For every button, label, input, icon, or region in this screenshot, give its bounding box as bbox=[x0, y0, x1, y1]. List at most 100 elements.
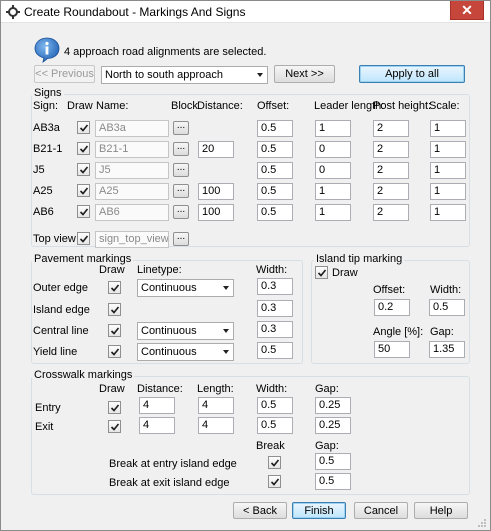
sign-block-button[interactable]: ... bbox=[173, 163, 189, 177]
sign-offset-input[interactable]: 0.5 bbox=[257, 204, 293, 221]
sign-draw-checkbox[interactable] bbox=[77, 184, 90, 197]
pavement-linetype-select[interactable]: Continuous bbox=[137, 279, 234, 297]
crosswalk-width-input[interactable]: 0.5 bbox=[257, 417, 293, 434]
sign-block-button[interactable]: ... bbox=[173, 205, 189, 219]
crosswalk-header-distance: Distance: bbox=[137, 383, 183, 395]
sign-leader-length-input[interactable]: 1 bbox=[315, 120, 351, 137]
sign-block-button[interactable]: ... bbox=[173, 184, 189, 198]
top-view-name-input[interactable]: sign_top_view bbox=[95, 231, 169, 248]
island-tip-draw-checkbox[interactable] bbox=[315, 266, 328, 279]
sign-leader-length-input[interactable]: 1 bbox=[315, 204, 351, 221]
pavement-draw-checkbox[interactable] bbox=[108, 324, 121, 337]
sign-distance-input[interactable]: 100 bbox=[198, 183, 234, 200]
break-exit-gap-input[interactable]: 0.5 bbox=[315, 473, 351, 490]
crosswalk-length-input[interactable]: 4 bbox=[198, 397, 234, 414]
break-entry-gap-input[interactable]: 0.5 bbox=[315, 453, 351, 470]
sign-leader-length-input[interactable]: 0 bbox=[315, 162, 351, 179]
crosswalk-width-input[interactable]: 0.5 bbox=[257, 397, 293, 414]
island-tip-gap-input[interactable]: 1.35 bbox=[429, 341, 465, 358]
pavement-width-input[interactable]: 0.5 bbox=[257, 342, 293, 359]
pavement-linetype-select[interactable]: Continuous bbox=[137, 343, 234, 361]
sign-name-input[interactable]: J5 bbox=[95, 162, 169, 179]
sign-name-input[interactable]: B21-1 bbox=[95, 141, 169, 158]
checkmark-icon bbox=[79, 145, 89, 153]
top-view-block-button[interactable]: ... bbox=[173, 232, 189, 246]
sign-scale-input[interactable]: 1 bbox=[430, 141, 466, 158]
resize-grip-icon[interactable] bbox=[477, 518, 487, 531]
sign-post-height-input[interactable]: 2 bbox=[373, 204, 409, 221]
sign-offset-input[interactable]: 0.5 bbox=[257, 120, 293, 137]
pavement-width-input[interactable]: 0.3 bbox=[257, 300, 293, 317]
pavement-header-linetype: Linetype: bbox=[137, 264, 182, 276]
crosswalk-length-input[interactable]: 4 bbox=[198, 417, 234, 434]
crosswalk-header-width: Width: bbox=[256, 383, 288, 395]
signs-group-title: Signs bbox=[32, 87, 64, 100]
sign-leader-length-input[interactable]: 0 bbox=[315, 141, 351, 158]
break-exit-checkbox[interactable] bbox=[268, 475, 281, 488]
crosswalk-markings-title: Crosswalk markings bbox=[32, 369, 135, 382]
pavement-linetype-select[interactable]: Continuous bbox=[137, 322, 234, 340]
previous-button[interactable]: << Previous bbox=[34, 65, 95, 83]
break-entry-checkbox[interactable] bbox=[268, 456, 281, 469]
top-view-draw-checkbox[interactable] bbox=[77, 232, 90, 245]
island-tip-gap-label: Gap: bbox=[430, 326, 454, 338]
sign-scale-input[interactable]: 1 bbox=[430, 204, 466, 221]
sign-block-button[interactable]: ... bbox=[173, 121, 189, 135]
sign-offset-input[interactable]: 0.5 bbox=[257, 162, 293, 179]
crosswalk-distance-input[interactable]: 4 bbox=[139, 417, 175, 434]
sign-draw-checkbox[interactable] bbox=[77, 163, 90, 176]
sign-post-height-input[interactable]: 2 bbox=[373, 162, 409, 179]
crosswalk-distance-input[interactable]: 4 bbox=[139, 397, 175, 414]
pavement-draw-checkbox[interactable] bbox=[108, 303, 121, 316]
crosswalk-draw-checkbox[interactable] bbox=[108, 401, 121, 414]
sign-distance-input[interactable]: 100 bbox=[198, 204, 234, 221]
island-tip-offset-input[interactable]: 0.2 bbox=[374, 299, 410, 316]
sign-offset-input[interactable]: 0.5 bbox=[257, 141, 293, 158]
crosswalk-draw-checkbox[interactable] bbox=[108, 420, 121, 433]
sign-post-height-input[interactable]: 2 bbox=[373, 141, 409, 158]
pavement-draw-checkbox[interactable] bbox=[108, 281, 121, 294]
sign-post-height-input[interactable]: 2 bbox=[373, 183, 409, 200]
sign-scale-input[interactable]: 1 bbox=[430, 120, 466, 137]
roundabout-app-icon bbox=[6, 5, 20, 19]
cancel-button[interactable]: Cancel bbox=[354, 502, 408, 519]
island-tip-width-label: Width: bbox=[430, 284, 462, 296]
sign-scale-input[interactable]: 1 bbox=[430, 183, 466, 200]
sign-draw-checkbox[interactable] bbox=[77, 142, 90, 155]
dialog-window: Create Roundabout - Markings And Signs ✕… bbox=[0, 0, 491, 531]
sign-draw-checkbox[interactable] bbox=[77, 205, 90, 218]
back-button[interactable]: < Back bbox=[233, 502, 287, 519]
break-header: Break bbox=[256, 440, 285, 452]
close-button[interactable]: ✕ bbox=[450, 1, 484, 20]
sign-scale-input[interactable]: 1 bbox=[430, 162, 466, 179]
sign-draw-checkbox[interactable] bbox=[77, 121, 90, 134]
sign-offset-input[interactable]: 0.5 bbox=[257, 183, 293, 200]
sign-code: A25 bbox=[33, 185, 53, 197]
sign-code: B21-1 bbox=[33, 143, 63, 155]
sign-leader-length-input[interactable]: 1 bbox=[315, 183, 351, 200]
pavement-width-input[interactable]: 0.3 bbox=[257, 278, 293, 295]
signs-header-name: Name: bbox=[96, 100, 129, 112]
island-tip-angle-input[interactable]: 50 bbox=[374, 341, 410, 358]
pavement-draw-checkbox[interactable] bbox=[108, 345, 121, 358]
help-button[interactable]: Help bbox=[414, 502, 468, 519]
finish-button[interactable]: Finish bbox=[292, 502, 346, 519]
next-button[interactable]: Next >> bbox=[274, 65, 335, 83]
crosswalk-gap-input[interactable]: 0.25 bbox=[315, 417, 351, 434]
apply-to-all-button[interactable]: Apply to all bbox=[359, 65, 465, 83]
pavement-row-label: Outer edge bbox=[33, 282, 89, 294]
approach-select[interactable]: North to south approach bbox=[101, 66, 268, 84]
sign-distance-input[interactable]: 20 bbox=[198, 141, 234, 158]
sign-name-input[interactable]: AB6 bbox=[95, 204, 169, 221]
sign-name-input[interactable]: A25 bbox=[95, 183, 169, 200]
island-tip-width-input[interactable]: 0.5 bbox=[429, 299, 465, 316]
sign-post-height-input[interactable]: 2 bbox=[373, 120, 409, 137]
pavement-width-input[interactable]: 0.3 bbox=[257, 321, 293, 338]
sign-block-button[interactable]: ... bbox=[173, 142, 189, 156]
signs-header-scale: Scale: bbox=[429, 100, 460, 112]
close-icon: ✕ bbox=[461, 2, 473, 18]
info-message: 4 approach road alignments are selected. bbox=[64, 46, 267, 58]
crosswalk-gap-input[interactable]: 0.25 bbox=[315, 397, 351, 414]
sign-name-input[interactable]: AB3a bbox=[95, 120, 169, 137]
checkmark-icon bbox=[110, 284, 120, 292]
